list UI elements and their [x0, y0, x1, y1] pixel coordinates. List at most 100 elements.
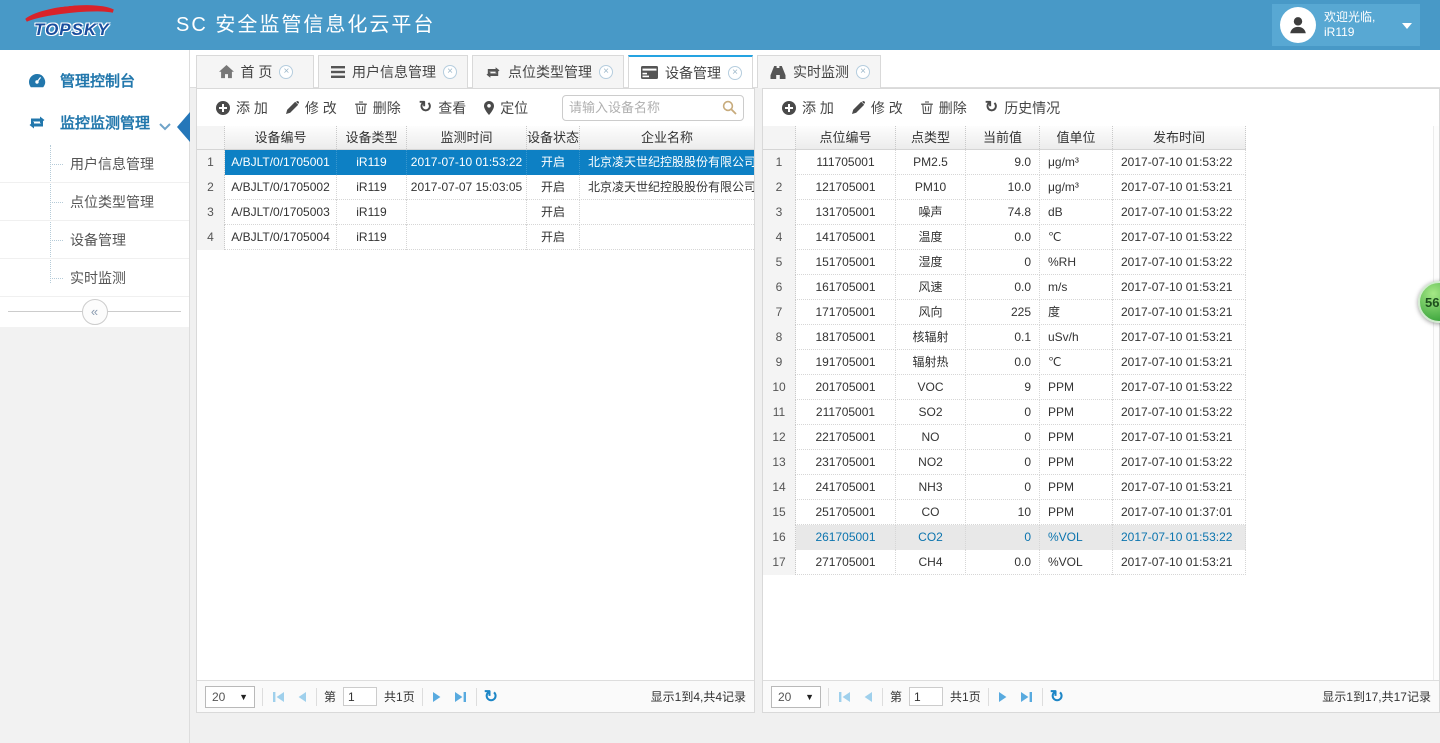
device-search-input[interactable]	[569, 100, 722, 115]
table-row[interactable]: 11211705001SO20PPM2017-07-10 01:53:22	[763, 400, 1246, 425]
tab-close-icon[interactable]: ×	[443, 65, 457, 79]
prev-page-button[interactable]	[861, 691, 875, 703]
table-row[interactable]: 6161705001风速0.0m/s2017-07-10 01:53:21	[763, 275, 1246, 300]
user-menu[interactable]: 欢迎光临, iR119	[1272, 4, 1420, 46]
table-row[interactable]: 15251705001CO10PPM2017-07-10 01:37:01	[763, 500, 1246, 525]
page-size-select[interactable]: 20 ▼	[205, 686, 255, 708]
column-header[interactable]: 值单位	[1040, 126, 1113, 149]
reload-icon[interactable]: ↻	[1050, 689, 1064, 705]
floating-badge-text: 56	[1425, 295, 1439, 310]
device-toolbar: 添 加修 改删除↻查看定位	[197, 89, 754, 126]
column-header[interactable]: 监测时间	[407, 126, 527, 149]
prev-page-button[interactable]	[295, 691, 309, 703]
table-row[interactable]: 2A/BJLT/0/1705002iR1192017-07-07 15:03:0…	[197, 175, 754, 200]
table-row[interactable]: 9191705001辐射热0.0℃2017-07-10 01:53:21	[763, 350, 1246, 375]
table-row[interactable]: 10201705001VOC9PPM2017-07-10 01:53:22	[763, 375, 1246, 400]
column-header[interactable]: 点类型	[896, 126, 966, 149]
table-row[interactable]: 12221705001NO0PPM2017-07-10 01:53:21	[763, 425, 1246, 450]
table-row[interactable]: 3A/BJLT/0/1705003iR119开启	[197, 200, 754, 225]
toolbar-button-定位[interactable]: 定位	[475, 94, 537, 122]
sidebar-subitem-3[interactable]: 实时监测	[0, 259, 189, 297]
next-page-button[interactable]	[996, 691, 1010, 703]
tab-1[interactable]: 用户信息管理×	[318, 55, 468, 88]
sidebar-collapse-button[interactable]: «	[82, 299, 108, 325]
caret-down-icon: ▼	[805, 692, 814, 702]
tab-3[interactable]: 设备管理 ×	[628, 55, 753, 88]
column-header[interactable]: 企业名称	[580, 126, 754, 149]
tab-close-icon[interactable]: ×	[728, 66, 742, 80]
toolbar-button-添加[interactable]: 添 加	[207, 94, 277, 122]
row-number-cell: 15	[763, 500, 796, 525]
table-row[interactable]: 17271705001CH40.0%VOL2017-07-10 01:53:21	[763, 550, 1246, 575]
map-pin-icon	[484, 101, 494, 115]
table-row[interactable]: 13231705001NO20PPM2017-07-10 01:53:22	[763, 450, 1246, 475]
toolbar-button-修改[interactable]: 修 改	[843, 94, 912, 122]
table-row[interactable]: 14241705001NH30PPM2017-07-10 01:53:21	[763, 475, 1246, 500]
cell: %RH	[1040, 250, 1113, 275]
table-row[interactable]: 7171705001风向225度2017-07-10 01:53:21	[763, 300, 1246, 325]
toolbar-button-添加[interactable]: 添 加	[773, 94, 843, 122]
tab-close-icon[interactable]: ×	[856, 65, 870, 79]
row-number-cell: 14	[763, 475, 796, 500]
toolbar-button-查看[interactable]: ↻查看	[410, 94, 475, 122]
toolbar-button-label: 修 改	[871, 98, 903, 118]
sidebar-item-label: 管理控制台	[60, 70, 135, 91]
last-page-button[interactable]	[451, 691, 469, 703]
sidebar-subitem-0[interactable]: 用户信息管理	[0, 145, 189, 183]
device-table-body: 1A/BJLT/0/1705001iR1192017-07-10 01:53:2…	[197, 150, 754, 250]
table-row[interactable]: 5151705001湿度0%RH2017-07-10 01:53:22	[763, 250, 1246, 275]
table-row[interactable]: 4141705001温度0.0℃2017-07-10 01:53:22	[763, 225, 1246, 250]
next-page-button[interactable]	[430, 691, 444, 703]
table-row[interactable]: 3131705001噪声74.8dB2017-07-10 01:53:22	[763, 200, 1246, 225]
table-row[interactable]: 16261705001CO20%VOL2017-07-10 01:53:22	[763, 525, 1246, 550]
table-row[interactable]: 1111705001PM2.59.0μg/m³2017-07-10 01:53:…	[763, 150, 1246, 175]
column-header[interactable]: 设备状态	[527, 126, 580, 149]
cell: 2017-07-10 01:53:21	[1113, 300, 1246, 325]
tab-label: 设备管理	[665, 63, 721, 83]
column-header[interactable]: 设备编号	[225, 126, 337, 149]
cell: 151705001	[796, 250, 896, 275]
last-page-button[interactable]	[1017, 691, 1035, 703]
cell: CO	[896, 500, 966, 525]
cell: 开启	[527, 200, 580, 225]
search-icon[interactable]	[722, 100, 737, 115]
cell: 191705001	[796, 350, 896, 375]
column-header[interactable]: 点位编号	[796, 126, 896, 149]
tab-close-icon[interactable]: ×	[599, 65, 613, 79]
toolbar-button-修改[interactable]: 修 改	[277, 94, 346, 122]
tab-label: 实时监测	[793, 62, 849, 82]
column-header[interactable]: 发布时间	[1113, 126, 1246, 149]
point-table: 点位编号点类型当前值值单位发布时间 1111705001PM2.59.0μg/m…	[763, 126, 1439, 680]
table-row[interactable]: 2121705001PM1010.0μg/m³2017-07-10 01:53:…	[763, 175, 1246, 200]
sidebar-item-monitoring-group[interactable]: 监控监测管理	[0, 100, 189, 145]
scrollbar-track[interactable]	[1433, 126, 1439, 680]
cell: 0	[966, 425, 1040, 450]
page-number-input[interactable]	[343, 687, 377, 706]
toolbar-button-历史情况[interactable]: ↻历史情况	[976, 94, 1069, 122]
divider	[828, 688, 829, 706]
sidebar-item-console[interactable]: 管理控制台	[0, 60, 189, 100]
person-icon	[1287, 14, 1309, 36]
tab-0[interactable]: 首 页×	[196, 55, 314, 88]
sidebar-subitem-2[interactable]: 设备管理	[0, 221, 189, 259]
sidebar-subitem-1[interactable]: 点位类型管理	[0, 183, 189, 221]
reload-icon[interactable]: ↻	[484, 689, 498, 705]
tab-close-icon[interactable]: ×	[279, 65, 293, 79]
column-header[interactable]: 当前值	[966, 126, 1040, 149]
column-header[interactable]: 设备类型	[337, 126, 407, 149]
cell: 171705001	[796, 300, 896, 325]
pencil-icon	[286, 101, 299, 114]
tab-4[interactable]: 实时监测 ×	[757, 55, 881, 88]
tab-2[interactable]: 点位类型管理×	[472, 55, 624, 88]
table-row[interactable]: 8181705001核辐射0.1uSv/h2017-07-10 01:53:21	[763, 325, 1246, 350]
toolbar-button-删除[interactable]: 删除	[912, 94, 976, 122]
table-row[interactable]: 1A/BJLT/0/1705001iR1192017-07-10 01:53:2…	[197, 150, 754, 175]
page-number-input[interactable]	[909, 687, 943, 706]
toolbar-button-删除[interactable]: 删除	[346, 94, 410, 122]
cell: 9	[966, 375, 1040, 400]
point-pagination: 20 ▼ 第 共1页 ↻	[763, 680, 1439, 712]
page-size-select[interactable]: 20 ▼	[771, 686, 821, 708]
first-page-button[interactable]	[270, 691, 288, 703]
table-row[interactable]: 4A/BJLT/0/1705004iR119开启	[197, 225, 754, 250]
first-page-button[interactable]	[836, 691, 854, 703]
